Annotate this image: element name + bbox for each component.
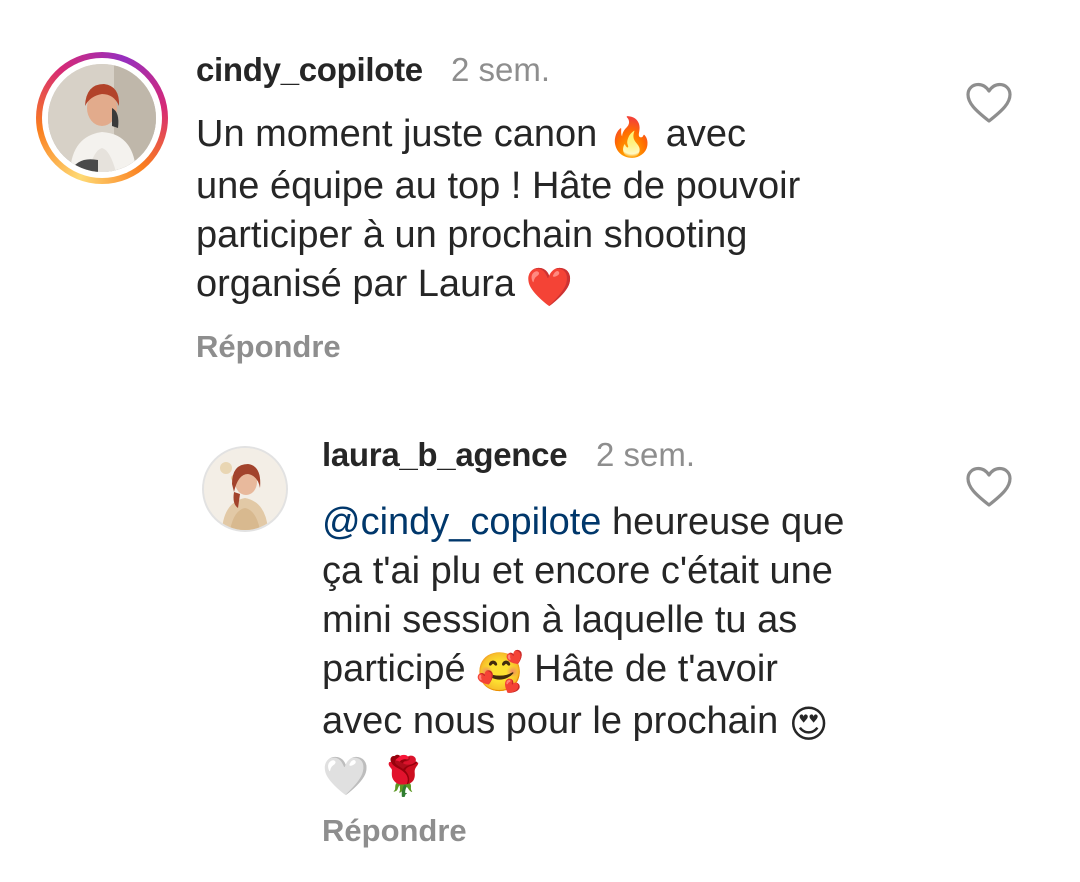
comment-text-line: avec nous pour le prochain 😍 <box>322 697 922 749</box>
text-segment: organisé par Laura <box>196 263 526 305</box>
comment-timestamp: 2 sem. <box>596 436 696 473</box>
comment-username[interactable]: laura_b_agence <box>322 435 568 475</box>
comment-text-line: participé 🥰 Hâte de t'avoir <box>322 645 922 697</box>
like-button[interactable] <box>965 466 1013 508</box>
comment-username[interactable]: cindy_copilote <box>196 50 423 90</box>
comment-text-line: mini session à laquelle tu as <box>322 599 798 641</box>
comment: cindy_copilote 2 sem. Un moment juste ca… <box>0 0 1080 400</box>
text-segment: Un moment juste canon <box>196 113 608 155</box>
comment-text-line: une équipe au top ! Hâte de pouvoir <box>196 165 801 207</box>
text-segment <box>369 752 380 794</box>
avatar-story-ring-gap <box>42 58 162 178</box>
red-heart-emoji-icon: ❤️ <box>525 265 573 309</box>
comment-text-line: @cindy_copilote heureuse que <box>322 498 922 547</box>
reply-button[interactable]: Répondre <box>322 811 467 851</box>
comment-timestamp: 2 sem. <box>451 51 551 88</box>
rose-emoji-icon: 🌹 <box>379 754 428 798</box>
heart-outline-icon <box>966 466 1012 507</box>
comment-text-line: ça t'ai plu et encore c'était une <box>322 550 833 592</box>
comment-text-line: organisé par Laura ❤️ <box>196 260 916 312</box>
avatar[interactable] <box>202 446 288 532</box>
reply-comment: laura_b_agence 2 sem. @cindy_copilote he… <box>0 400 1080 882</box>
text-segment: avec <box>655 113 747 155</box>
text-segment: Hâte de t'avoir <box>523 648 778 690</box>
like-button[interactable] <box>965 82 1013 124</box>
comment-text-line: Un moment juste canon 🔥 avec <box>196 110 916 162</box>
mention-link[interactable]: @cindy_copilote <box>322 501 601 543</box>
avatar-photo <box>204 448 286 530</box>
text-segment: participé <box>322 648 477 690</box>
person-photo-icon <box>48 64 156 172</box>
fire-emoji-icon: 🔥 <box>607 115 656 159</box>
reply-button[interactable]: Répondre <box>196 327 341 367</box>
comment-text-line: participer à un prochain shooting <box>196 214 748 256</box>
heart-eyes-emoji-icon: 😍 <box>788 702 829 746</box>
heart-outline-icon <box>966 82 1012 123</box>
comment-text-line: 🤍 🌹 <box>322 749 922 801</box>
avatar-photo <box>48 64 156 172</box>
smiling-face-with-hearts-emoji-icon: 🥰 <box>476 650 524 694</box>
person-photo-icon <box>204 448 286 530</box>
comment-text: Un moment juste canon 🔥 avec une équipe … <box>196 110 916 312</box>
comment-text: @cindy_copilote heureuse que ça t'ai plu… <box>322 498 922 801</box>
text-segment: avec nous pour le prochain <box>322 700 789 742</box>
white-heart-emoji-icon: 🤍 <box>322 754 370 798</box>
text-segment: heureuse que <box>601 501 845 543</box>
avatar[interactable] <box>36 52 168 184</box>
